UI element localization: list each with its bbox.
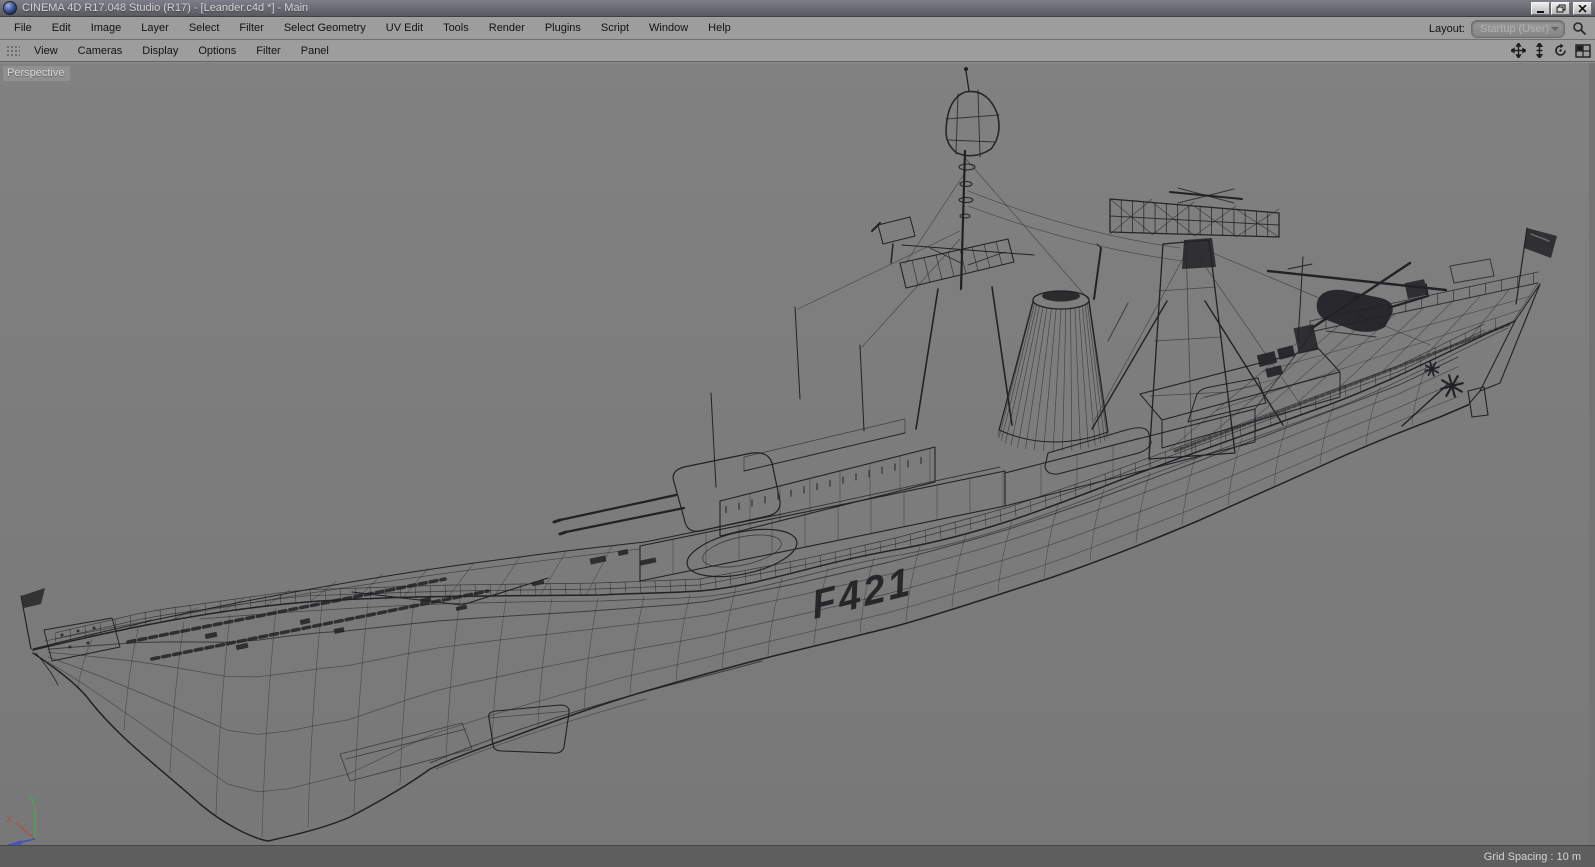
gun-director <box>877 216 916 245</box>
hull-longitudinal-lines <box>47 356 1459 793</box>
masthead-radome-cage <box>945 90 1000 157</box>
menu-tools[interactable]: Tools <box>433 19 479 37</box>
viewmenu-filter[interactable]: Filter <box>246 42 290 60</box>
cinema4d-logo-icon <box>3 1 17 15</box>
viewmenu-display[interactable]: Display <box>132 42 188 60</box>
menu-plugins[interactable]: Plugins <box>535 19 591 37</box>
hull-number: F421 <box>809 559 915 628</box>
bow-jack-flag <box>21 588 45 608</box>
search-icon[interactable] <box>1572 21 1587 36</box>
x-axis <box>15 822 36 840</box>
viewport-canvas[interactable]: Perspective F421 Y X <box>0 62 1595 846</box>
title-bar: CINEMA 4D R17.048 Studio (R17) - [Leande… <box>0 0 1595 17</box>
grid-spacing-readout: Grid Spacing : 10 m <box>1483 850 1581 863</box>
layout-dropdown[interactable]: Startup (User) <box>1471 19 1565 38</box>
layout-dropdown-value: Startup (User) <box>1480 22 1550 35</box>
layout-cluster: Layout: Startup (User) <box>1429 17 1587 40</box>
foremast <box>871 67 1035 430</box>
aft-deckhouse <box>1004 408 1256 507</box>
minimize-icon <box>1537 10 1544 13</box>
bedstead-radar-antenna <box>1109 187 1280 238</box>
y-axis-label: Y <box>29 796 36 807</box>
menu-file[interactable]: File <box>4 19 42 37</box>
x-axis-label: X <box>6 814 12 824</box>
menu-edit[interactable]: Edit <box>42 19 81 37</box>
propeller <box>1440 374 1464 398</box>
helicopter <box>1266 261 1448 338</box>
propeller-shaft <box>1401 384 1448 427</box>
axis-gizmo: Y X <box>5 796 36 846</box>
menu-select-geometry[interactable]: Select Geometry <box>274 19 376 37</box>
menu-layer[interactable]: Layer <box>131 19 179 37</box>
status-bar: Grid Spacing : 10 m <box>0 845 1595 867</box>
menu-render[interactable]: Render <box>479 19 535 37</box>
window-title: CINEMA 4D R17.048 Studio (R17) - [Leande… <box>22 2 309 14</box>
minimize-button[interactable] <box>1531 2 1550 15</box>
viewmenu-view[interactable]: View <box>24 42 68 60</box>
zoom-view-icon[interactable] <box>1533 43 1546 58</box>
toolbar-grip-handle[interactable] <box>6 44 20 57</box>
hull-frame-lines <box>77 366 1427 838</box>
menu-filter[interactable]: Filter <box>229 19 273 37</box>
close-button[interactable] <box>1573 2 1592 15</box>
viewport-nav-icons <box>1504 43 1591 58</box>
viewmenu-options[interactable]: Options <box>188 42 246 60</box>
forecastle-deck-lines <box>79 545 613 640</box>
restore-icon <box>1556 4 1565 13</box>
viewmenu-cameras[interactable]: Cameras <box>68 42 133 60</box>
menu-select[interactable]: Select <box>179 19 230 37</box>
forecastle-deck <box>20 513 783 662</box>
funnel-cap <box>1042 290 1080 302</box>
gun-turret <box>552 452 798 578</box>
layout-label: Layout: <box>1428 22 1465 35</box>
bridge-superstructure <box>639 306 1313 582</box>
main-menu-bar: File Edit Image Layer Select Filter Sele… <box>0 17 1595 40</box>
restore-button[interactable] <box>1551 2 1570 15</box>
viewmenu-panel[interactable]: Panel <box>291 42 339 60</box>
ship-wireframe-model: F421 Y X <box>5 67 1557 846</box>
ensign-flag <box>1524 228 1557 258</box>
gun-barrels <box>558 493 686 534</box>
menu-window[interactable]: Window <box>639 19 698 37</box>
whip-antennas <box>710 306 865 488</box>
menu-script[interactable]: Script <box>591 19 639 37</box>
rotate-view-icon[interactable] <box>1553 43 1568 58</box>
stern-details <box>1401 227 1557 427</box>
viewport-menu-bar: View Cameras Display Options Filter Pane… <box>0 40 1595 62</box>
pan-view-icon[interactable] <box>1511 43 1526 58</box>
menu-help[interactable]: Help <box>698 19 741 37</box>
toggle-panel-layout-icon[interactable] <box>1575 43 1591 58</box>
menu-uv-edit[interactable]: UV Edit <box>376 19 433 37</box>
close-icon <box>1578 4 1587 13</box>
helicopter-body <box>1316 289 1393 332</box>
menu-image[interactable]: Image <box>81 19 132 37</box>
chevron-down-icon <box>1551 26 1559 31</box>
funnel <box>997 243 1109 452</box>
window-controls <box>1530 2 1592 15</box>
